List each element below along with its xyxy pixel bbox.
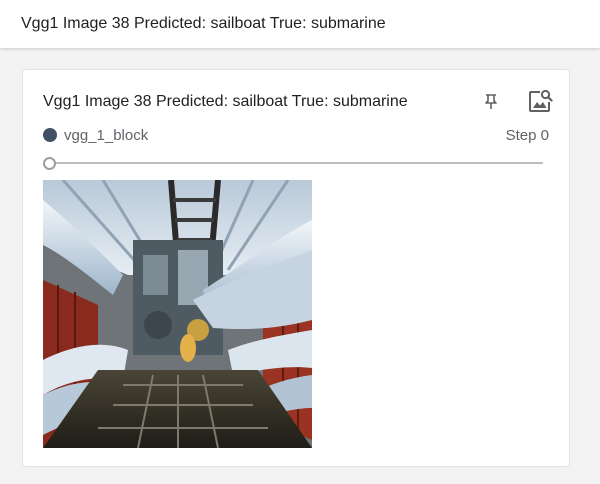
sample-image <box>43 180 312 448</box>
run-name: vgg_1_block <box>64 126 149 144</box>
pin-button[interactable] <box>477 87 505 115</box>
submarine-interior-photo <box>43 180 312 448</box>
top-bar: Vgg1 Image 38 Predicted: sailboat True: … <box>0 0 600 48</box>
step-label: Step 0 <box>505 127 549 144</box>
image-search-button[interactable] <box>526 87 554 115</box>
image-card: Vgg1 Image 38 Predicted: sailboat True: … <box>22 69 570 467</box>
page-title: Vgg1 Image 38 Predicted: sailboat True: … <box>21 15 386 32</box>
step-slider[interactable] <box>43 155 543 171</box>
slider-track <box>51 162 543 164</box>
image-search-icon <box>529 89 553 112</box>
pin-icon <box>485 94 497 109</box>
run-color-dot <box>43 128 57 142</box>
run-legend: vgg_1_block <box>43 126 148 144</box>
slider-thumb[interactable] <box>43 157 56 170</box>
card-title: Vgg1 Image 38 Predicted: sailboat True: … <box>43 93 408 110</box>
